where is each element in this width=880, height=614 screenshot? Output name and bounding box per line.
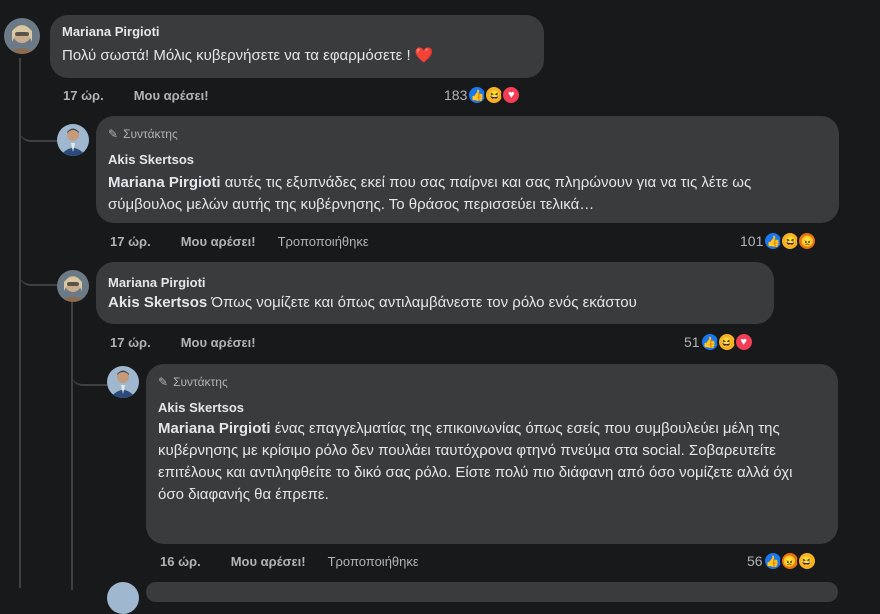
comment-bubble: ✎ Συντάκτης Akis Skertsos Mariana Pirgio… <box>146 364 838 544</box>
author-badge-label: Συντάκτης <box>123 127 178 141</box>
comment-text: Akis Skertsos Όπως νομίζετε και όπως αντ… <box>108 292 762 314</box>
comment-author[interactable]: Akis Skertsos <box>108 151 827 169</box>
comment-time[interactable]: 17 ώρ. <box>110 335 151 350</box>
avatar-next[interactable] <box>107 582 139 614</box>
comment-author[interactable]: Mariana Pirgioti <box>62 23 532 41</box>
avatar-akis[interactable] <box>107 366 139 398</box>
mention-link[interactable]: Mariana Pirgioti <box>158 420 271 437</box>
comment-time[interactable]: 17 ώρ. <box>110 234 151 249</box>
edited-label[interactable]: Τροποποιήθηκε <box>278 234 369 249</box>
comment-bubble: ✎ Συντάκτης Akis Skertsos Mariana Pirgio… <box>96 116 839 223</box>
love-icon: ♥ <box>501 85 522 105</box>
comment-text: Πολύ σωστά! Μόλις κυβερνήσετε να τα εφαρ… <box>62 47 434 64</box>
comment-bubble: Mariana Pirgioti Πολύ σωστά! Μόλις κυβερ… <box>50 15 544 78</box>
pen-icon: ✎ <box>158 375 169 389</box>
comment-bubble: Mariana Pirgioti Akis Skertsos Όπως νομί… <box>96 262 774 324</box>
thread-connector <box>19 118 57 142</box>
comment-time[interactable]: 17 ώρ. <box>63 88 104 103</box>
reaction-summary[interactable]: 56 👍 😠 😆 <box>747 551 817 571</box>
comment-text: Mariana Pirgioti ένας επαγγελματίας της … <box>158 418 826 506</box>
angry-icon: 😠 <box>797 231 818 251</box>
avatar-mariana[interactable] <box>57 270 89 302</box>
like-button[interactable]: Μου αρέσει! <box>181 234 256 249</box>
reaction-count: 56 <box>747 553 763 569</box>
comment-actions: 17 ώρ. Μου αρέσει! <box>63 88 231 103</box>
comment-time[interactable]: 16 ώρ. <box>160 554 201 569</box>
author-badge-label: Συντάκτης <box>173 375 228 389</box>
mention-link[interactable]: Mariana Pirgioti <box>108 174 221 191</box>
pen-icon: ✎ <box>108 127 119 141</box>
love-icon: ♥ <box>733 332 754 352</box>
comment-bubble-next <box>146 582 838 602</box>
thread-connector <box>19 262 57 286</box>
reaction-summary[interactable]: 183 👍 😆 ♥ <box>444 85 522 105</box>
avatar-mariana[interactable] <box>4 18 40 54</box>
haha-icon: 😆 <box>796 551 817 571</box>
comment-body: Όπως νομίζετε και όπως αντιλαμβάνεστε το… <box>207 294 637 311</box>
comment-text: Mariana Pirgioti αυτές τις εξυπνάδες εκε… <box>108 172 827 216</box>
like-button[interactable]: Μου αρέσει! <box>181 335 256 350</box>
reaction-summary[interactable]: 101 👍 😆 😠 <box>740 231 818 251</box>
thread-line-nested <box>71 302 73 590</box>
reaction-count: 101 <box>740 233 764 249</box>
edited-label[interactable]: Τροποποιήθηκε <box>328 554 419 569</box>
comment-actions: 17 ώρ. Μου αρέσει! Τροποποιήθηκε <box>110 234 391 249</box>
author-badge: ✎ Συντάκτης <box>108 127 827 141</box>
comment-author[interactable]: Akis Skertsos <box>158 399 826 417</box>
comment-actions: 16 ώρ. Μου αρέσει! Τροποποιήθηκε <box>160 554 441 569</box>
like-button[interactable]: Μου αρέσει! <box>134 88 209 103</box>
author-badge: ✎ Συντάκτης <box>158 375 826 389</box>
like-button[interactable]: Μου αρέσει! <box>231 554 306 569</box>
reaction-count: 183 <box>444 87 468 103</box>
avatar-akis[interactable] <box>57 124 89 156</box>
mention-link[interactable]: Akis Skertsos <box>108 294 207 311</box>
thread-connector <box>71 362 107 386</box>
comment-actions: 17 ώρ. Μου αρέσει! <box>110 335 278 350</box>
reaction-count: 51 <box>684 334 700 350</box>
reaction-summary[interactable]: 51 👍 😆 ♥ <box>684 332 754 352</box>
comment-author[interactable]: Mariana Pirgioti <box>108 274 762 292</box>
